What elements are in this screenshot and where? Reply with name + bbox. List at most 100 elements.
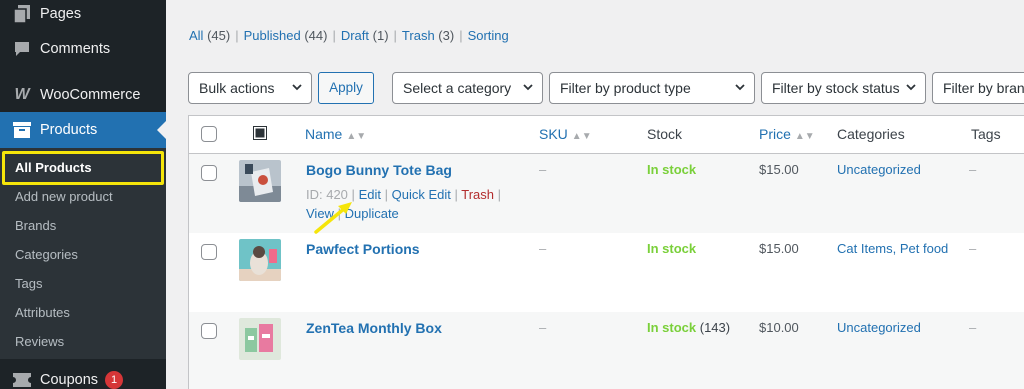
table-row: Bogo Bunny Tote Bag ID: 420 | Edit | Qui…: [189, 154, 1024, 233]
product-thumbnail[interactable]: [239, 239, 281, 281]
image-column-icon: [253, 126, 267, 143]
sku-header-label: SKU: [539, 126, 568, 142]
category-link[interactable]: Uncategorized: [837, 162, 921, 177]
price-column-header[interactable]: Price ▲▼: [759, 126, 815, 142]
separator: |: [351, 187, 355, 202]
sku-column-header[interactable]: SKU ▲▼: [539, 126, 592, 142]
row-checkbox[interactable]: [201, 244, 217, 260]
price-value: $15.00: [759, 241, 799, 256]
sort-icon: ▲▼: [794, 131, 815, 142]
stock-status: In stock: [647, 241, 696, 256]
sort-icon: ▲▼: [346, 131, 367, 142]
status-filter-links: All (45) | Published (44) | Draft (1) | Trash …: [189, 28, 509, 43]
separator: |: [332, 28, 336, 43]
submenu-brands[interactable]: Brands: [0, 211, 166, 240]
separator: |: [497, 187, 502, 202]
product-name-link[interactable]: Pawfect Portions: [306, 241, 420, 257]
category-select[interactable]: Select a category: [392, 72, 543, 104]
stock-count: (143): [699, 320, 731, 335]
menu-label: Comments: [40, 41, 111, 57]
product-thumbnail[interactable]: [239, 160, 281, 202]
count-trash: (3): [438, 28, 455, 43]
products-table: Name ▲▼ SKU ▲▼ Stock Price ▲▼ Categories Ta…: [188, 115, 1024, 389]
tags-value: –: [969, 241, 977, 256]
separator: |: [235, 28, 239, 43]
brand-select-value: Filter by bran: [943, 80, 1024, 96]
count-draft: (1): [372, 28, 389, 43]
stock-column-header: Stock: [647, 126, 683, 142]
admin-sidebar: Pages Comments W WooCommerce Products Al…: [0, 0, 166, 389]
separator: |: [454, 187, 458, 202]
submenu-categories[interactable]: Categories: [0, 240, 166, 269]
brand-select[interactable]: Filter by bran: [932, 72, 1024, 104]
separator: |: [459, 28, 463, 43]
menu-label: Coupons: [40, 372, 99, 388]
row-checkbox[interactable]: [201, 165, 217, 181]
count-published: (44): [304, 28, 328, 43]
tags-value: –: [969, 162, 977, 177]
submenu-reviews[interactable]: Reviews: [0, 327, 166, 356]
price-value: $10.00: [759, 320, 799, 335]
menu-item-pages[interactable]: Pages: [0, 0, 166, 28]
product-name-link[interactable]: ZenTea Monthly Box: [306, 320, 442, 336]
stock-label: In stock: [647, 320, 697, 335]
table-header: Name ▲▼ SKU ▲▼ Stock Price ▲▼ Categories Ta…: [189, 116, 1024, 154]
stock-status-select[interactable]: Filter by stock status: [761, 72, 926, 104]
coupons-count-badge: 1: [105, 371, 124, 389]
duplicate-link[interactable]: Duplicate: [345, 206, 399, 221]
woocommerce-icon: W: [14, 86, 30, 103]
count-all: (45): [207, 28, 231, 43]
quick-edit-link[interactable]: Quick Edit: [392, 187, 451, 202]
menu-item-comments[interactable]: Comments: [0, 34, 166, 64]
main-content: All (45) | Published (44) | Draft (1) | Trash …: [166, 0, 1024, 389]
filter-draft-link[interactable]: Draft: [341, 28, 369, 43]
product-type-select[interactable]: Filter by product type: [549, 72, 755, 104]
highlight-box: [2, 151, 164, 185]
table-row: ZenTea Monthly Box – In stock (143) $10.…: [189, 312, 1024, 389]
product-name-link[interactable]: Bogo Bunny Tote Bag: [306, 162, 452, 178]
chevron-down-icon: [905, 73, 917, 103]
table-row: Pawfect Portions – In stock $15.00 Cat I…: [189, 233, 1024, 312]
edit-link[interactable]: Edit: [359, 187, 381, 202]
submenu-attributes[interactable]: Attributes: [0, 298, 166, 327]
name-header-label: Name: [305, 126, 343, 142]
stock-label: In stock: [647, 241, 697, 256]
menu-item-coupons[interactable]: Coupons 1: [0, 366, 166, 389]
sort-icon: ▲▼: [571, 131, 592, 142]
bulk-actions-select[interactable]: Bulk actions: [188, 72, 312, 104]
price-header-label: Price: [759, 126, 791, 142]
sku-value: –: [539, 162, 547, 177]
comments-icon: [12, 41, 32, 57]
trash-link[interactable]: Trash: [461, 187, 494, 202]
sku-value: –: [539, 241, 547, 256]
submenu-add-new-product[interactable]: Add new product: [0, 182, 166, 211]
separator: |: [393, 28, 397, 43]
product-thumbnail[interactable]: [239, 318, 281, 360]
pages-icon: [12, 5, 32, 23]
filter-all-link[interactable]: All: [189, 28, 203, 43]
filter-trash-link[interactable]: Trash: [402, 28, 435, 43]
category-link[interactable]: Uncategorized: [837, 320, 921, 335]
tags-column-header: Tags: [971, 126, 1001, 142]
name-column-header[interactable]: Name ▲▼: [305, 126, 366, 142]
category-link[interactable]: Cat Items, Pet food: [837, 241, 948, 256]
sku-value: –: [539, 320, 547, 335]
products-icon: [12, 122, 32, 138]
stock-status: In stock: [647, 162, 696, 177]
menu-item-products[interactable]: Products: [0, 112, 166, 148]
filter-published-link[interactable]: Published: [244, 28, 301, 43]
separator: |: [384, 187, 388, 202]
sorting-link[interactable]: Sorting: [468, 28, 509, 43]
menu-item-woocommerce[interactable]: W WooCommerce: [0, 80, 166, 110]
apply-button[interactable]: Apply: [318, 72, 374, 104]
view-link[interactable]: View: [306, 206, 334, 221]
submenu-tags[interactable]: Tags: [0, 269, 166, 298]
row-checkbox[interactable]: [201, 323, 217, 339]
menu-label: Products: [40, 122, 98, 138]
product-type-value: Filter by product type: [560, 80, 691, 96]
stock-label: In stock: [647, 162, 697, 177]
categories-column-header: Categories: [837, 126, 905, 142]
row-actions: ID: 420 | Edit | Quick Edit | Trash | Vi…: [306, 185, 526, 223]
select-all-checkbox[interactable]: [201, 126, 217, 142]
stock-status-value: Filter by stock status: [772, 80, 900, 96]
